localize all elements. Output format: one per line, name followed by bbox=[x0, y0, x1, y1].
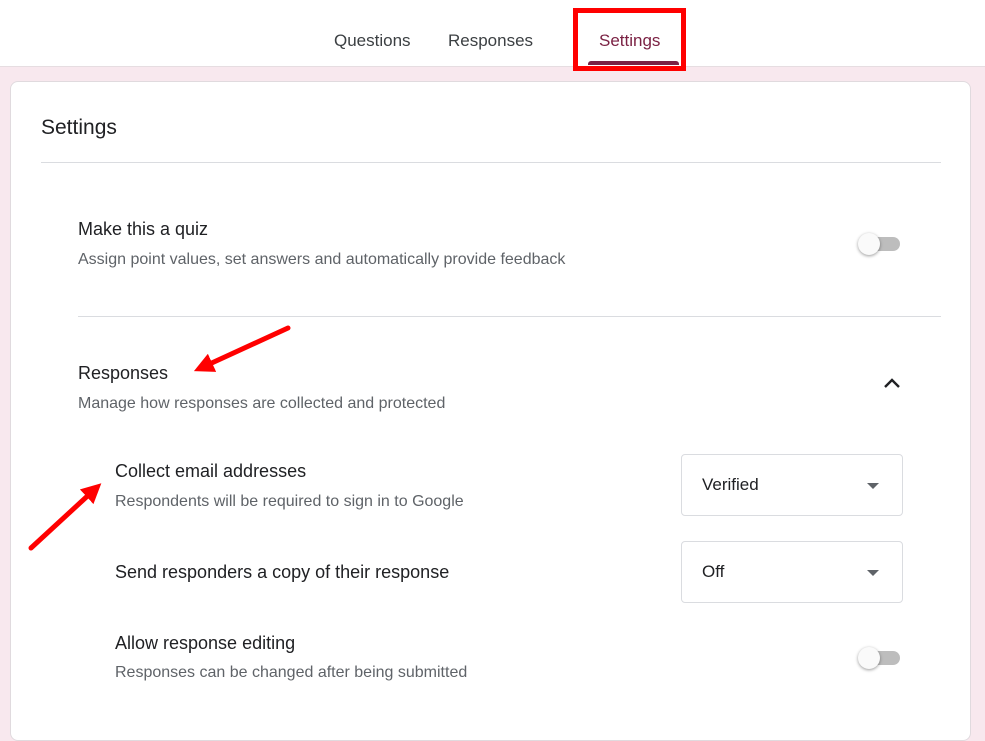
dropdown-caret-icon bbox=[867, 570, 879, 576]
allow-editing-description: Responses can be changed after being sub… bbox=[115, 664, 468, 681]
title-divider bbox=[41, 162, 941, 163]
top-tab-bar: Questions Responses Settings bbox=[0, 0, 985, 67]
quiz-title: Make this a quiz bbox=[78, 219, 209, 239]
responses-section-description: Manage how responses are collected and p… bbox=[78, 395, 446, 412]
responses-section-title: Responses bbox=[78, 363, 169, 383]
send-copy-value: Off bbox=[702, 562, 725, 581]
collect-email-description: Respondents will be required to sign in … bbox=[115, 493, 464, 510]
tab-questions[interactable]: Questions bbox=[334, 31, 411, 51]
quiz-divider bbox=[78, 316, 941, 317]
quiz-toggle[interactable] bbox=[858, 233, 902, 255]
collect-email-title: Collect email addresses bbox=[115, 461, 307, 481]
quiz-toggle-thumb bbox=[858, 233, 880, 255]
settings-card: Settings Make this a quiz Assign point v… bbox=[10, 81, 971, 741]
allow-editing-title: Allow response editing bbox=[115, 633, 296, 653]
active-tab-indicator bbox=[588, 61, 679, 65]
quiz-description: Assign point values, set answers and aut… bbox=[78, 251, 566, 268]
collect-email-select[interactable]: Verified bbox=[681, 454, 903, 516]
allow-editing-toggle-thumb bbox=[858, 647, 880, 669]
send-copy-title: Send responders a copy of their response bbox=[115, 562, 450, 582]
chevron-up-icon[interactable] bbox=[882, 377, 902, 389]
collect-email-value: Verified bbox=[702, 475, 759, 494]
page-title: Settings bbox=[41, 116, 117, 139]
send-copy-select[interactable]: Off bbox=[681, 541, 903, 603]
allow-editing-toggle[interactable] bbox=[858, 647, 902, 669]
tab-settings[interactable]: Settings bbox=[599, 31, 660, 51]
dropdown-caret-icon bbox=[867, 483, 879, 489]
tab-responses[interactable]: Responses bbox=[448, 31, 533, 51]
